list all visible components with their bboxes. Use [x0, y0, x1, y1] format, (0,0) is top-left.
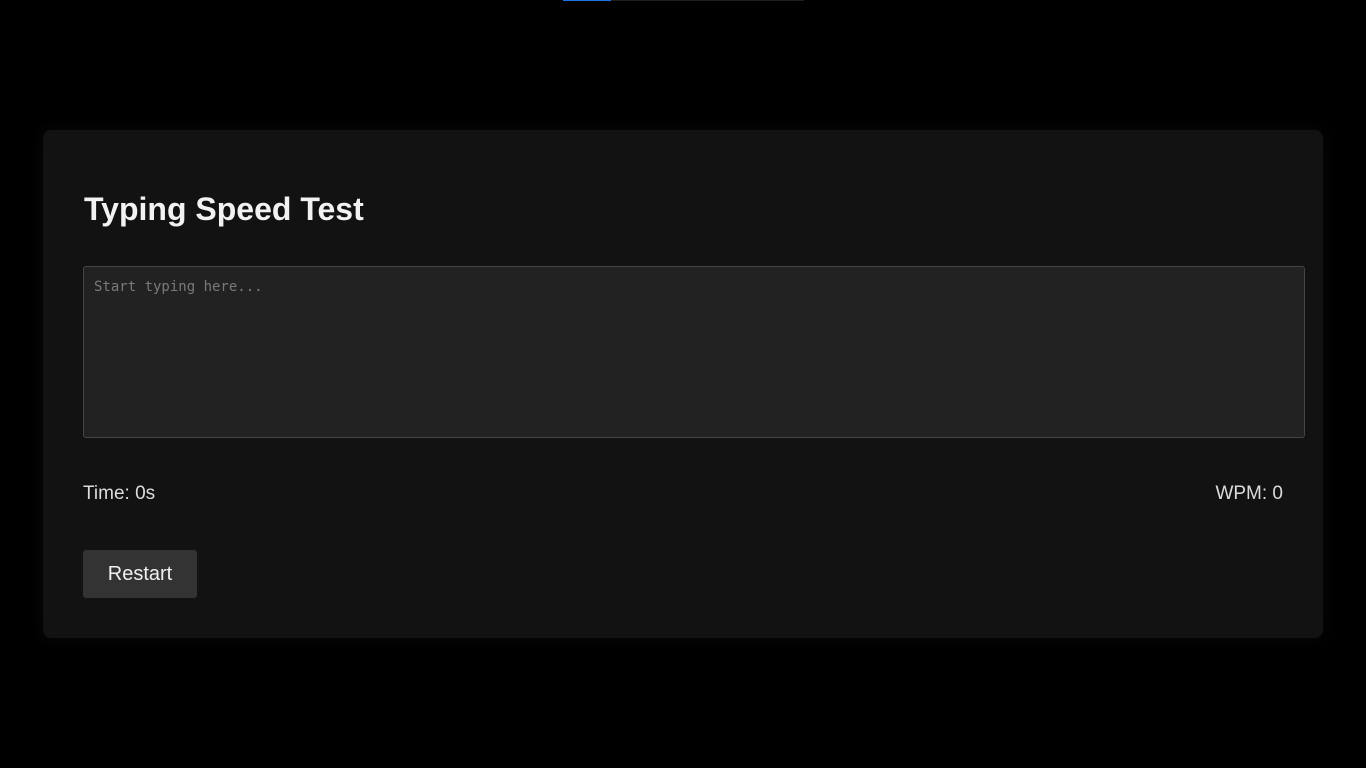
page-title: Typing Speed Test	[84, 191, 364, 227]
typing-input[interactable]	[83, 266, 1305, 438]
typing-test-card: Typing Speed Test Time: 0s WPM: 0 Restar…	[43, 130, 1323, 638]
stats-row: Time: 0s WPM: 0	[83, 482, 1283, 506]
restart-button[interactable]: Restart	[83, 550, 197, 598]
wpm-stat: WPM: 0	[1215, 483, 1283, 504]
top-progress-fill	[563, 0, 612, 1]
top-progress-bar	[563, 0, 804, 1]
time-stat: Time: 0s	[83, 483, 156, 504]
